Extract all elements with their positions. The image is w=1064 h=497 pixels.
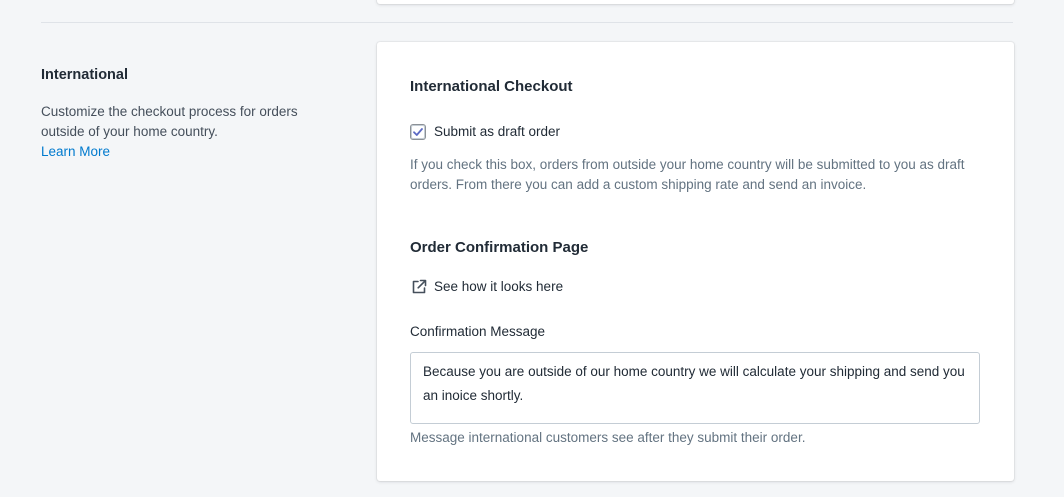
submit-as-draft-label: Submit as draft order	[434, 124, 561, 139]
confirmation-message-help-text: Message international customers see afte…	[410, 430, 806, 445]
international-checkout-heading: International Checkout	[410, 78, 573, 95]
submit-as-draft-checkbox[interactable]	[410, 124, 426, 140]
previous-section-card	[377, 0, 1014, 4]
confirmation-message-label: Confirmation Message	[410, 324, 546, 339]
international-settings-card: International Checkout Submit as draft o…	[377, 42, 1014, 481]
section-divider	[41, 22, 1013, 23]
order-confirmation-heading: Order Confirmation Page	[410, 239, 589, 256]
see-how-it-looks-label: See how it looks here	[434, 279, 564, 294]
draft-order-help-text: If you check this box, orders from outsi…	[410, 157, 965, 192]
checkmark-icon	[413, 128, 423, 136]
confirmation-message-input[interactable]: Because you are outside of our home coun…	[410, 352, 980, 424]
learn-more-link[interactable]: Learn More	[41, 142, 341, 162]
section-description: Customize the checkout process for order…	[41, 104, 298, 139]
section-title: International	[41, 67, 129, 83]
external-link-icon	[412, 279, 427, 294]
see-how-it-looks-link[interactable]: See how it looks here	[410, 278, 563, 296]
submit-as-draft-checkbox-row[interactable]: Submit as draft order	[410, 124, 560, 140]
section-annotation: International Customize the checkout pro…	[41, 66, 341, 162]
